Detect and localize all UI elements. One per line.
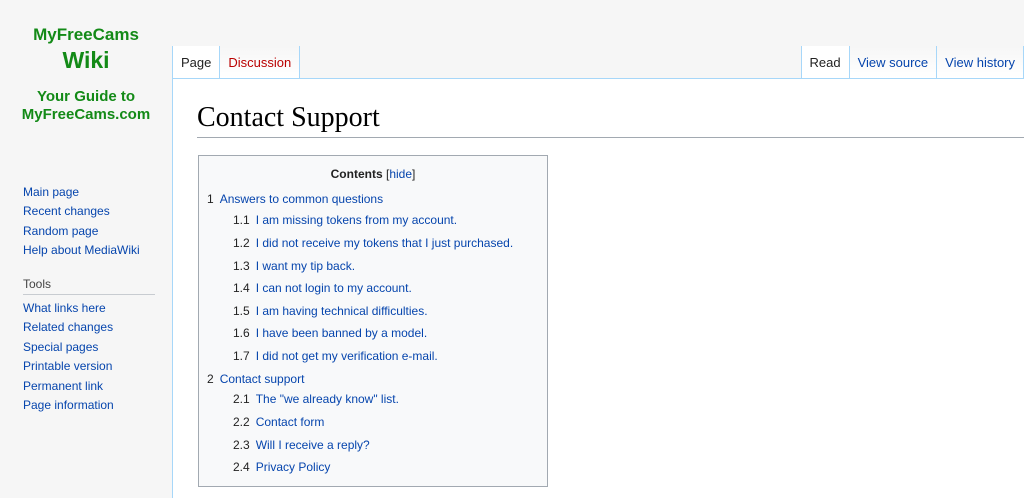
logo-line-2: Wiki [62,47,110,73]
toc-number: 1.5 [233,304,250,318]
toc-title: Contents [330,167,383,181]
toc-number: 2.1 [233,392,250,406]
toc-number: 1.7 [233,349,250,363]
toc-number: 1.1 [233,213,250,227]
tab-view-history[interactable]: View history [937,46,1024,78]
tab-page[interactable]: Page [172,46,221,78]
view-tabs: Read View source View history [800,46,1024,78]
tools-heading: Tools [23,277,155,295]
toc-number: 2.2 [233,415,250,429]
toc-text: Answers to common questions [219,192,384,206]
toc-number: 1.6 [233,326,250,340]
sidebar-tools: What links here Related changes Special … [23,299,155,415]
sidebar-link-related-changes[interactable]: Related changes [23,318,155,337]
toc-text: I want my tip back. [255,259,356,273]
toc-header: Contents [hide] [199,166,547,182]
tab-discussion[interactable]: Discussion [220,46,301,78]
toc-item[interactable]: 1.7 I did not get my verification e-mail. [233,348,438,364]
logo-line-1: MyFreeCams [33,25,139,44]
toc-number: 1.4 [233,281,250,295]
toc-text: Privacy Policy [255,460,331,474]
toc-number: 2 [207,372,214,386]
toc-item[interactable]: 2.3 Will I receive a reply? [233,437,370,453]
logo-line-3: Your Guide to [36,88,136,105]
toc-item[interactable]: 2.4 Privacy Policy [233,459,330,475]
page-title: Contact Support [197,99,1024,138]
toc-item[interactable]: 1.5 I am having technical difficulties. [233,303,428,319]
toc-item[interactable]: 2.2 Contact form [233,414,324,430]
tab-view-source[interactable]: View source [849,46,938,78]
sidebar-link-page-information[interactable]: Page information [23,396,155,415]
toc-text: Contact form [255,415,325,429]
toc-item[interactable]: 1.6 I have been banned by a model. [233,325,427,341]
toc-number: 2.3 [233,438,250,452]
sidebar-link-what-links-here[interactable]: What links here [23,299,155,318]
toc-text: I have been banned by a model. [255,326,428,340]
toc-text: I did not get my verification e-mail. [255,349,438,363]
content-area: Contact Support Contents [hide] 1 Answers… [172,78,1024,498]
sidebar-link-help[interactable]: Help about MediaWiki [23,241,155,260]
sidebar-link-permanent-link[interactable]: Permanent link [23,377,155,396]
toc-item[interactable]: 1.1 I am missing tokens from my account. [233,212,457,228]
toc-item[interactable]: 1.4 I can not login to my account. [233,280,412,296]
toc-hide-link[interactable]: hide [389,167,412,181]
namespace-tabs: Page Discussion [172,46,301,78]
toc-item[interactable]: 1.2 I did not receive my tokens that I ju… [233,235,513,251]
toc-text: I can not login to my account. [255,281,412,295]
toc-number: 2.4 [233,460,250,474]
toc-item[interactable]: 1 Answers to common questions [207,191,383,207]
toc-text: I am having technical difficulties. [255,304,428,318]
toc-item[interactable]: 2 Contact support [207,371,304,387]
sidebar-link-printable-version[interactable]: Printable version [23,357,155,376]
sidebar-link-special-pages[interactable]: Special pages [23,338,155,357]
sidebar-link-recent-changes[interactable]: Recent changes [23,202,155,221]
toc-number: 1.3 [233,259,250,273]
toc-text: I am missing tokens from my account. [255,213,458,227]
toc-text: The "we already know" list. [255,392,399,406]
toc-text: I did not receive my tokens that I just … [255,236,514,250]
sidebar-link-random-page[interactable]: Random page [23,222,155,241]
tab-read[interactable]: Read [800,46,850,78]
site-logo[interactable]: MyFreeCams Wiki Your Guide to MyFreeCams… [0,24,172,124]
toc-text: Contact support [219,372,305,386]
sidebar-navigation: Main page Recent changes Random page Hel… [23,183,155,261]
toc-number: 1.2 [233,236,250,250]
toc-number: 1 [207,192,214,206]
toc-text: Will I receive a reply? [255,438,370,452]
toc-hide-bracket-close: ] [412,167,416,181]
table-of-contents: Contents [hide] 1 Answers to common quest… [198,155,548,487]
logo-line-4: MyFreeCams.com [21,106,151,123]
toc-item[interactable]: 2.1 The "we already know" list. [233,391,399,407]
toc-item[interactable]: 1.3 I want my tip back. [233,258,355,274]
sidebar-link-main-page[interactable]: Main page [23,183,155,202]
